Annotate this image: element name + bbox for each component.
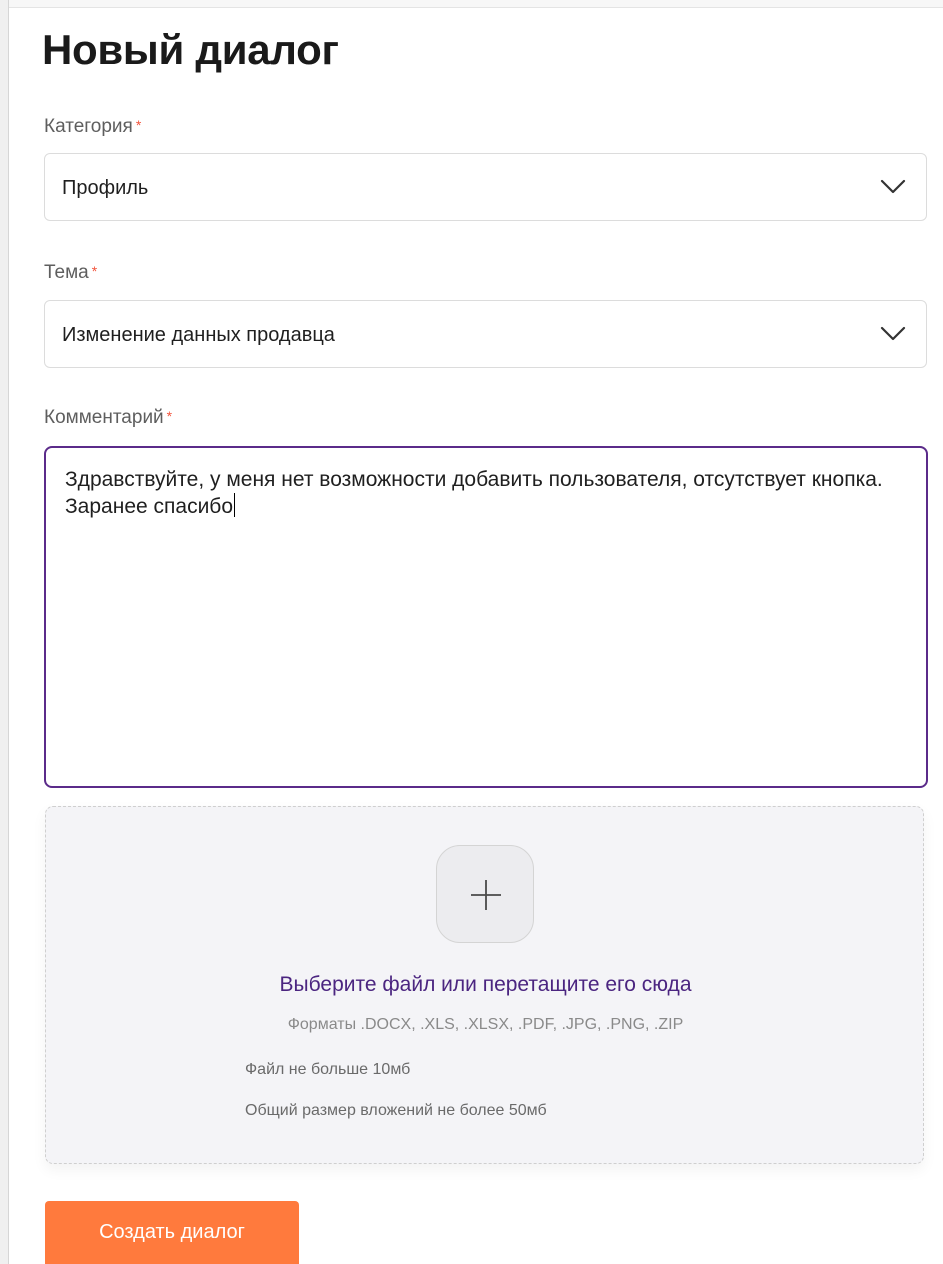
create-dialog-button[interactable]: Создать диалог	[45, 1201, 299, 1264]
category-selected-value: Профиль	[62, 177, 149, 199]
create-dialog-button-label: Создать диалог	[99, 1221, 245, 1243]
chevron-down-icon	[880, 179, 906, 194]
page-title: Новый диалог	[42, 26, 339, 73]
file-dropzone[interactable]: Выберите файл или перетащите его сюда Фо…	[45, 806, 924, 1164]
topic-select[interactable]: Изменение данных продавца	[44, 300, 927, 368]
total-size-limit-text: Общий размер вложений не более 50мб	[245, 1102, 547, 1119]
choose-file-link[interactable]: Выберите файл или перетащите его сюда	[46, 971, 925, 999]
topic-label: Тема *	[44, 261, 97, 285]
add-file-button[interactable]	[436, 845, 534, 943]
comment-textarea-content: Здравствуйте, у меня нет возможности доб…	[65, 466, 885, 520]
plus-icon	[471, 880, 501, 910]
required-asterisk: *	[166, 408, 173, 424]
comment-text: Здравствуйте, у меня нет возможности доб…	[65, 468, 889, 518]
category-label-text: Категория	[44, 116, 133, 137]
text-caret	[234, 493, 235, 517]
category-label: Категория *	[44, 115, 141, 139]
comment-label-text: Комментарий	[44, 407, 164, 428]
comment-textarea[interactable]: Здравствуйте, у меня нет возможности доб…	[44, 446, 928, 788]
required-asterisk: *	[91, 263, 98, 279]
required-asterisk: *	[135, 117, 142, 133]
window-top-edge	[9, 0, 943, 8]
topic-label-text: Тема	[44, 262, 89, 283]
window-left-edge	[0, 0, 9, 1264]
file-size-limit-text: Файл не больше 10мб	[245, 1061, 411, 1078]
comment-label: Комментарий *	[44, 406, 172, 430]
topic-selected-value: Изменение данных продавца	[62, 324, 335, 346]
category-select[interactable]: Профиль	[44, 153, 927, 221]
allowed-formats-text: Форматы .DOCX, .XLS, .XLSX, .PDF, .JPG, …	[287, 1016, 684, 1033]
chevron-down-icon	[880, 326, 906, 341]
